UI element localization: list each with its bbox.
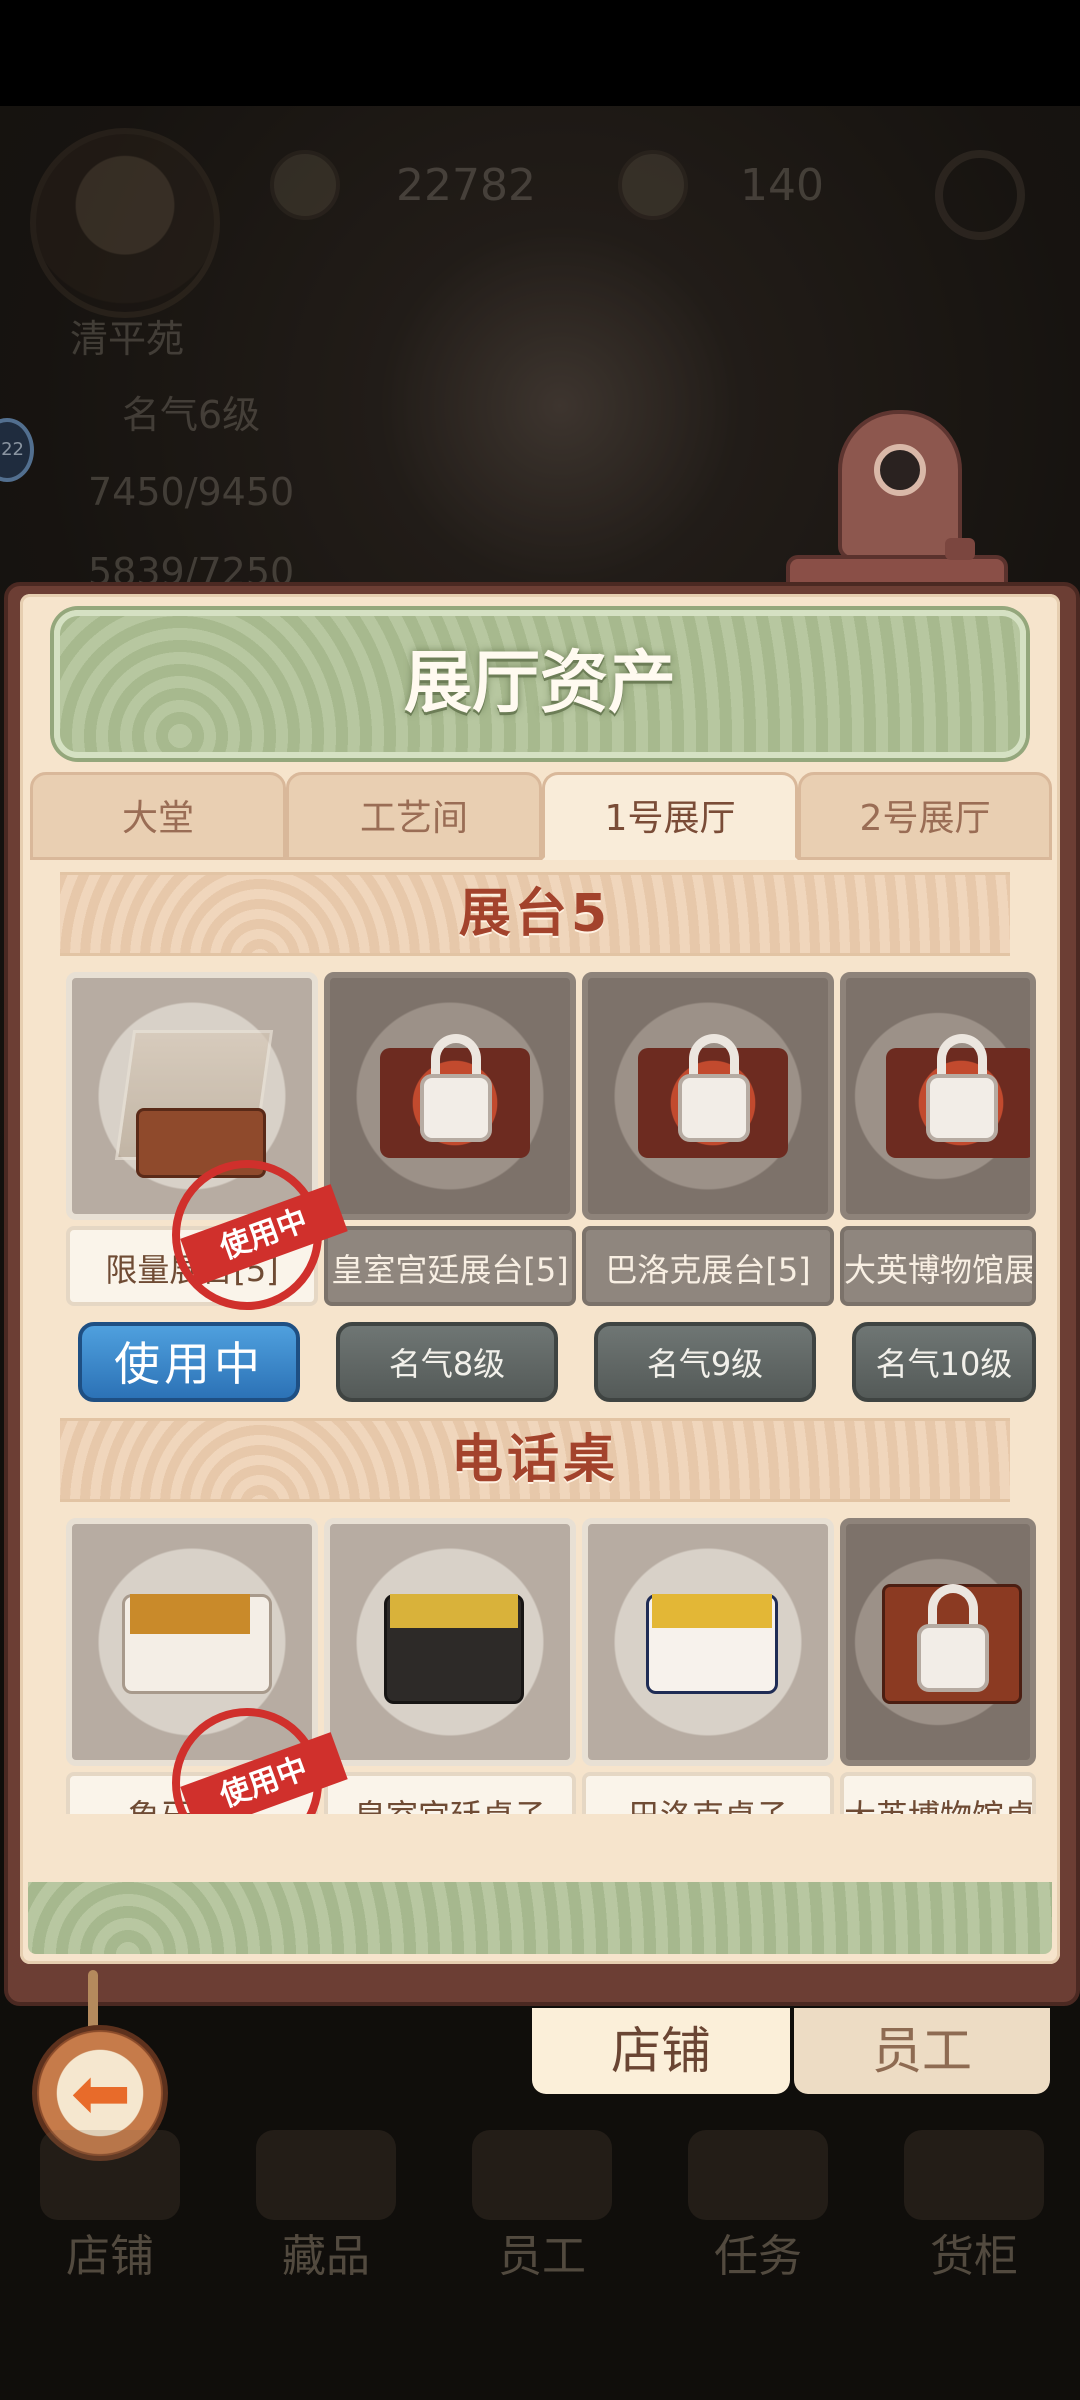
desk-cloth — [130, 1594, 250, 1634]
display-card-3[interactable] — [582, 972, 834, 1220]
panel-footer — [28, 1882, 1052, 1954]
tab-hall-2[interactable]: 2号展厅 — [798, 772, 1052, 860]
lock-icon — [678, 1074, 750, 1142]
desk-cloth — [652, 1594, 772, 1628]
desk-card-2[interactable] — [324, 1518, 576, 1766]
tab-lobby[interactable]: 大堂 — [30, 772, 286, 860]
nav-cabinet: 货柜 — [930, 2231, 1018, 2282]
unlock-level-button-3[interactable]: 名气9级 — [594, 1322, 816, 1402]
lock-icon — [917, 1624, 989, 1692]
phone-desk-list[interactable]: 象牙桌子 皇室宫廷桌子 巴洛克桌子 大英博物馆桌子 使用中 — [40, 1510, 1040, 1814]
tab-hall-1[interactable]: 1号展厅 — [542, 772, 798, 860]
section-title-phone-desk: 电话桌 — [450, 1430, 619, 1490]
nav-task-icon — [688, 2130, 828, 2220]
nav-collection-icon — [256, 2130, 396, 2220]
lock-icon — [420, 1074, 492, 1142]
desk-name-3: 巴洛克桌子 — [582, 1772, 834, 1814]
nav-staff: 员工 — [498, 2231, 586, 2282]
panel-title: 展厅资产 — [403, 644, 676, 723]
section-title-displays: 展台5 — [458, 884, 612, 944]
nav-staff-icon — [472, 2130, 612, 2220]
unlock-level-button-2[interactable]: 名气8级 — [336, 1322, 558, 1402]
nav-task: 任务 — [714, 2231, 802, 2282]
clip-peg — [945, 538, 975, 560]
display-name-4: 大英博物馆展台 — [840, 1226, 1036, 1306]
display-name-3: 巴洛克展台[5] — [582, 1226, 834, 1306]
desk-cloth — [390, 1594, 518, 1628]
nav-collection: 藏品 — [282, 2231, 370, 2282]
tab-shop[interactable]: 店铺 — [532, 2008, 790, 2094]
desk-name-2: 皇室宫廷桌子 — [324, 1772, 576, 1814]
clip-hole — [874, 444, 926, 496]
in-use-button[interactable]: 使用中 — [78, 1322, 300, 1402]
desk-card-4[interactable] — [840, 1518, 1036, 1766]
back-arrow-icon: ⬅ — [70, 2051, 132, 2135]
lock-icon — [926, 1074, 998, 1142]
tab-staff[interactable]: 员工 — [794, 2008, 1050, 2094]
nav-shop: 店铺 — [66, 2231, 154, 2282]
display-card-2[interactable] — [324, 972, 576, 1220]
desk-name-4: 大英博物馆桌子 — [840, 1772, 1036, 1814]
desk-card-3[interactable] — [582, 1518, 834, 1766]
nav-shop-icon — [40, 2130, 180, 2220]
status-bar — [0, 0, 1080, 106]
nav-cabinet-icon — [904, 2130, 1044, 2220]
unlock-level-button-4[interactable]: 名气10级 — [852, 1322, 1036, 1402]
display-card-4[interactable] — [840, 972, 1036, 1220]
tab-workshop[interactable]: 工艺间 — [286, 772, 542, 860]
display-name-2: 皇室宫廷展台[5] — [324, 1226, 576, 1306]
